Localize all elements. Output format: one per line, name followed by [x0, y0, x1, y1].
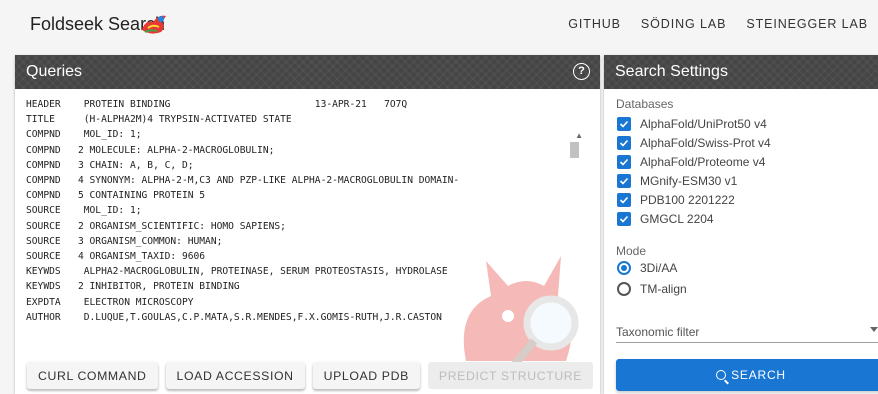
dropdown-arrow-icon[interactable]: [870, 327, 878, 332]
foldseek-logo-icon: [142, 15, 166, 34]
pdb-content: HEADER PROTEIN BINDING 13-APR-21 7O7Q TI…: [26, 99, 460, 323]
database-checkbox[interactable]: AlphaFold/UniProt50 v4: [617, 115, 767, 133]
predict-structure-button[interactable]: PREDICT STRUCTURE: [427, 362, 594, 389]
top-nav: GITHUB SÖDING LAB STEINEGGER LAB: [558, 0, 878, 48]
search-settings-card: Search Settings Databases AlphaFold/UniP…: [604, 55, 878, 394]
database-checkbox[interactable]: AlphaFold/Proteome v4: [617, 153, 765, 171]
database-label: PDB100 2201222: [640, 193, 735, 207]
database-checkbox[interactable]: PDB100 2201222: [617, 191, 735, 209]
taxonomic-filter-select[interactable]: Taxonomic filter: [616, 319, 878, 343]
search-icon: [716, 370, 727, 380]
radio-selected-icon[interactable]: [617, 261, 631, 275]
mode-label: Mode: [616, 244, 647, 258]
load-accession-button[interactable]: LOAD ACCESSION: [165, 362, 305, 389]
database-label: MGnify-ESM30 v1: [640, 174, 738, 188]
settings-title: Search Settings: [615, 63, 728, 80]
mode-radio-tm-align[interactable]: TM-align: [617, 280, 687, 298]
app-bar: Foldseek Search GITHUB SÖDING LAB STEINE…: [0, 0, 878, 48]
mode-radio-3di-aa[interactable]: 3Di/AA: [617, 259, 677, 277]
checkbox-checked-icon[interactable]: [617, 117, 631, 131]
taxonomic-filter-label: Taxonomic filter: [616, 325, 700, 339]
scrollbar-thumb[interactable]: [570, 142, 579, 158]
radio-unselected-icon[interactable]: [617, 282, 631, 296]
nav-link-steinegger-lab[interactable]: STEINEGGER LAB: [736, 17, 878, 31]
query-textarea[interactable]: HEADER PROTEIN BINDING 13-APR-21 7O7Q TI…: [26, 91, 591, 394]
query-actions: CURL COMMAND LOAD ACCESSION UPLOAD PDB P…: [27, 362, 594, 389]
upload-pdb-button[interactable]: UPLOAD PDB: [312, 362, 420, 389]
queries-title: Queries: [26, 63, 83, 80]
settings-header: Search Settings: [604, 55, 878, 89]
database-checkbox[interactable]: AlphaFold/Swiss-Prot v4: [617, 134, 771, 152]
database-checkbox[interactable]: GMGCL 2204: [617, 210, 714, 228]
checkbox-checked-icon[interactable]: [617, 136, 631, 150]
database-label: AlphaFold/UniProt50 v4: [640, 117, 767, 131]
help-circle-icon[interactable]: ?: [573, 63, 590, 80]
search-button-label: SEARCH: [731, 368, 786, 382]
scroll-up-arrow-icon[interactable]: ▲: [575, 131, 583, 140]
queries-card: Queries ? HEADER PROTEIN BINDING 13-APR-…: [15, 55, 600, 394]
curl-command-button[interactable]: CURL COMMAND: [27, 362, 158, 389]
database-checkbox[interactable]: MGnify-ESM30 v1: [617, 172, 737, 190]
checkbox-checked-icon[interactable]: [617, 212, 631, 226]
mode-option-label: 3Di/AA: [640, 261, 678, 275]
checkbox-checked-icon[interactable]: [617, 155, 631, 169]
database-label: AlphaFold/Swiss-Prot v4: [640, 136, 771, 150]
mode-option-label: TM-align: [640, 282, 687, 296]
database-label: GMGCL 2204: [640, 212, 714, 226]
nav-link-soding-lab[interactable]: SÖDING LAB: [631, 17, 736, 31]
databases-label: Databases: [616, 97, 674, 111]
checkbox-checked-icon[interactable]: [617, 193, 631, 207]
search-button[interactable]: SEARCH: [616, 359, 878, 391]
database-label: AlphaFold/Proteome v4: [640, 155, 766, 169]
checkbox-checked-icon[interactable]: [617, 174, 631, 188]
queries-header: Queries ?: [15, 55, 600, 89]
nav-link-github[interactable]: GITHUB: [558, 17, 631, 31]
